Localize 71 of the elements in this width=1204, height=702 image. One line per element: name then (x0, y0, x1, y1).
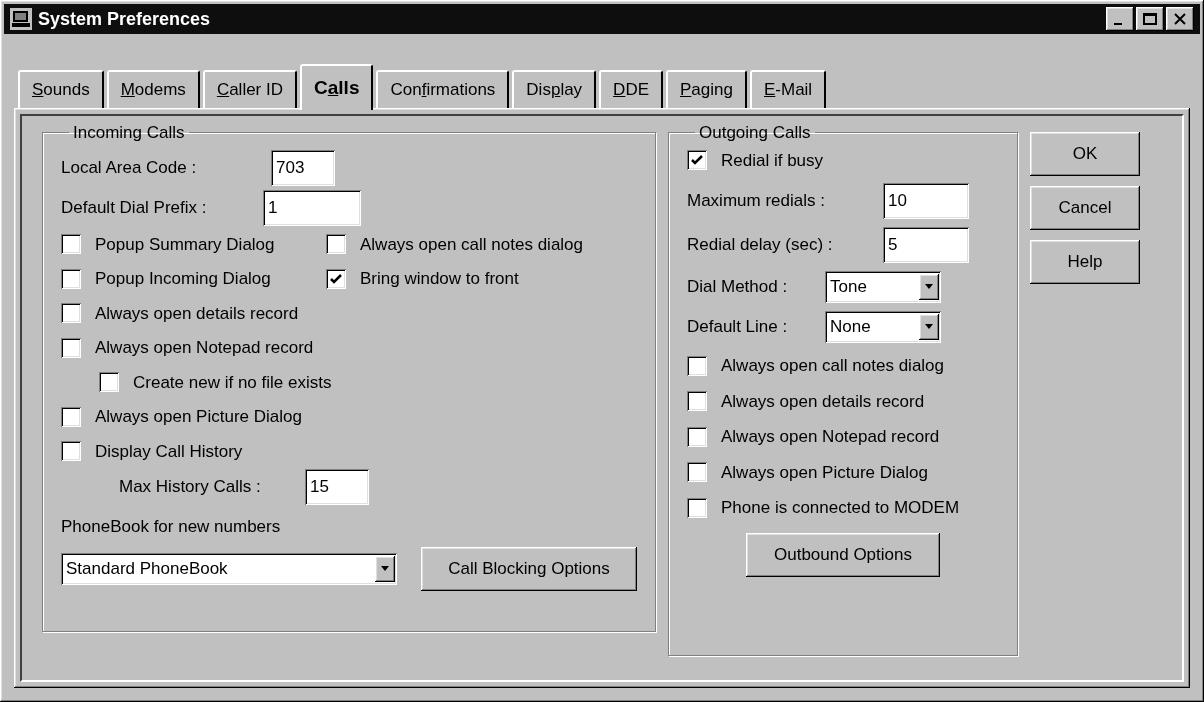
checkbox-label: Always open Notepad record (95, 337, 314, 359)
checkbox-label: Always open call notes dialog (721, 355, 945, 377)
checkbox-label: Create new if no file exists (133, 371, 332, 394)
field-label: Max History Calls : (119, 476, 262, 499)
push-button[interactable]: Call Blocking Options (421, 546, 637, 591)
tab[interactable]: Modems (106, 70, 200, 108)
checkbox[interactable] (61, 303, 81, 324)
field-label: Default Line : (687, 316, 789, 339)
checkmark-icon (329, 271, 343, 286)
tab[interactable]: Calls (300, 64, 374, 110)
tab[interactable]: Confirmations (376, 70, 510, 108)
checkbox[interactable] (61, 406, 81, 427)
dropdown-field[interactable]: None (825, 311, 941, 343)
checkbox-label: Popup Incoming Dialog (95, 268, 271, 290)
group-title: Incoming Calls (72, 122, 186, 144)
field-label: PhoneBook for new numbers (61, 516, 282, 538)
minimize-icon (1114, 23, 1122, 25)
maximize-button[interactable] (1136, 7, 1164, 31)
checkbox-label: Popup Summary Dialog (95, 233, 275, 256)
window-title: System Preferences (38, 7, 211, 31)
computer-icon (10, 8, 32, 30)
input-field[interactable]: 15 (305, 469, 369, 505)
push-button[interactable]: Cancel (1030, 186, 1140, 230)
tab[interactable]: Caller ID (202, 70, 297, 108)
close-button[interactable] (1166, 7, 1194, 31)
tab[interactable]: DDE (599, 70, 663, 108)
checkbox-label: Phone is connected to MODEM (721, 497, 960, 519)
input-field[interactable]: 10 (883, 183, 969, 219)
checkbox[interactable] (687, 391, 707, 412)
checkbox[interactable] (687, 150, 707, 171)
checkbox-label: Always open call notes dialog (360, 233, 584, 256)
close-icon (1173, 13, 1187, 25)
checkbox-label: Always open details record (95, 302, 299, 325)
field-label: Redial delay (sec) : (687, 234, 834, 257)
checkbox[interactable] (687, 497, 707, 518)
field-label: Default Dial Prefix : (61, 196, 208, 219)
checkbox[interactable] (61, 441, 81, 462)
minimize-button[interactable] (1106, 7, 1134, 31)
checkbox[interactable] (99, 372, 119, 393)
group-title: Outgoing Calls (698, 122, 812, 144)
push-button[interactable]: Help (1030, 240, 1140, 284)
field-label: Maximum redials : (687, 190, 826, 213)
dropdown-field[interactable]: Tone (825, 271, 941, 303)
tab[interactable]: Sounds (18, 70, 104, 108)
checkbox-label: Always open Notepad record (721, 426, 940, 448)
checkbox[interactable] (326, 234, 346, 255)
push-button[interactable]: OK (1030, 132, 1140, 176)
checkbox-label: Always open Picture Dialog (721, 461, 928, 484)
checkbox[interactable] (687, 426, 707, 447)
checkbox-label: Redial if busy (721, 149, 824, 172)
tab[interactable]: Display (512, 70, 597, 108)
input-field[interactable]: 703 (271, 149, 335, 186)
checkbox[interactable] (326, 268, 346, 289)
field-label: Dial Method : (687, 276, 789, 299)
tab[interactable]: Paging (666, 70, 747, 108)
checkbox[interactable] (61, 337, 81, 358)
checkbox-label: Always open Picture Dialog (95, 406, 302, 428)
checkbox[interactable] (61, 234, 81, 255)
checkbox[interactable] (61, 268, 81, 289)
push-button[interactable]: Outbound Options (746, 532, 940, 577)
checkbox-label: Display Call History (95, 440, 243, 463)
checkbox[interactable] (687, 355, 707, 376)
checkbox[interactable] (687, 462, 707, 483)
input-field[interactable]: 1 (263, 189, 361, 226)
tab[interactable]: E-Mail (749, 70, 827, 108)
checkbox-label: Always open details record (721, 390, 925, 413)
input-field[interactable]: 5 (883, 227, 969, 263)
dropdown-field[interactable]: Standard PhoneBook (61, 552, 397, 585)
checkbox-label: Bring window to front (360, 268, 519, 290)
field-label: Local Area Code : (61, 156, 198, 179)
maximize-icon (1143, 13, 1157, 25)
